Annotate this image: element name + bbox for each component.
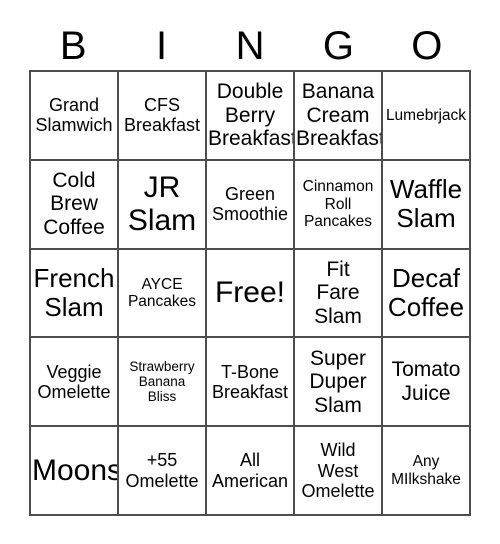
bingo-cell-label: Tomato Juice [391,358,461,405]
bingo-cell-label: Banana Cream Breakfast [296,80,383,151]
bingo-cell[interactable]: Strawberry Banana Bliss [119,338,207,428]
bingo-cell[interactable]: CFS Breakfast [119,72,207,161]
bingo-cell-label: Grand Slamwich [35,95,113,136]
bingo-cell-label: Green Smoothie [211,184,289,225]
bingo-cell[interactable]: All American [207,427,295,516]
bingo-cell-label: Veggie Omelette [37,361,111,402]
bingo-cell-label: All American [211,450,289,491]
bingo-header-letter-i: I [156,24,168,68]
bingo-header-letter-o: O [411,24,443,68]
bingo-cell-label: Cinnamon Roll Pancakes [302,178,374,230]
bingo-cell[interactable]: Moons [31,427,119,516]
bingo-header-letter-b: B [59,24,87,68]
bingo-cell[interactable]: Free! [207,249,295,339]
bingo-cell-label: Super Duper Slam [309,346,367,417]
bingo-cell-label: Free! [214,276,286,310]
bingo-cell[interactable]: Veggie Omelette [31,338,119,428]
bingo-cell[interactable]: Green Smoothie [207,160,295,250]
bingo-cell[interactable]: Super Duper Slam [295,338,383,428]
bingo-cell-label: JR Slam [127,170,197,238]
bingo-cell-label: Strawberry Banana Bliss [129,359,195,405]
bingo-cell[interactable]: Cold Brew Coffee [31,160,119,250]
bingo-cell-label: Moons [32,453,119,487]
bingo-cell[interactable]: +55 Omelette [119,427,207,516]
bingo-cell[interactable]: Grand Slamwich [31,72,119,161]
bingo-cell[interactable]: Banana Cream Breakfast [295,72,383,161]
bingo-cell-label: Double Berry Breakfast [208,80,295,151]
bingo-cell-label: T-Bone Breakfast [211,361,289,402]
bingo-cell[interactable]: Decaf Coffee [383,249,471,339]
bingo-cell-label: Wild West Omelette [301,440,375,501]
bingo-cell[interactable]: Double Berry Breakfast [207,72,295,161]
bingo-cell[interactable]: Any MIlkshake [383,427,471,516]
bingo-card: B I N G O Grand Slamwich CFS Breakfast Dou… [0,0,500,544]
bingo-cell-label: Fit Fare Slam [314,257,362,328]
bingo-cell[interactable]: Cinnamon Roll Pancakes [295,160,383,250]
bingo-header-letter-g: G [322,24,354,68]
bingo-cell[interactable]: French Slam [31,249,119,339]
bingo-cell-label: French Slam [33,262,115,322]
bingo-cell[interactable]: Tomato Juice [383,338,471,428]
bingo-cell-label: AYCE Pancakes [127,275,197,310]
bingo-cell-label: Decaf Coffee [387,262,465,322]
bingo-cell-label: Any MIlkshake [391,453,461,488]
bingo-grid: Grand Slamwich CFS Breakfast Double Berry … [29,70,471,516]
bingo-cell[interactable]: JR Slam [119,160,207,250]
bingo-cell-label: Cold Brew Coffee [43,168,105,239]
bingo-cell[interactable]: Wild West Omelette [295,427,383,516]
bingo-cell-label: +55 Omelette [125,450,199,491]
bingo-cell[interactable]: T-Bone Breakfast [207,338,295,428]
bingo-cell[interactable]: AYCE Pancakes [119,249,207,339]
bingo-cell-label: CFS Breakfast [123,95,201,136]
bingo-cell[interactable]: Fit Fare Slam [295,249,383,339]
bingo-header-letter-n: N [235,24,265,68]
bingo-cell-label: Lumebrjack [385,106,467,124]
bingo-cell-label: Waffle Slam [389,174,463,234]
bingo-cell[interactable]: Lumebrjack [383,72,471,161]
bingo-cell[interactable]: Waffle Slam [383,160,471,250]
bingo-header-row: B I N G O [29,22,471,70]
